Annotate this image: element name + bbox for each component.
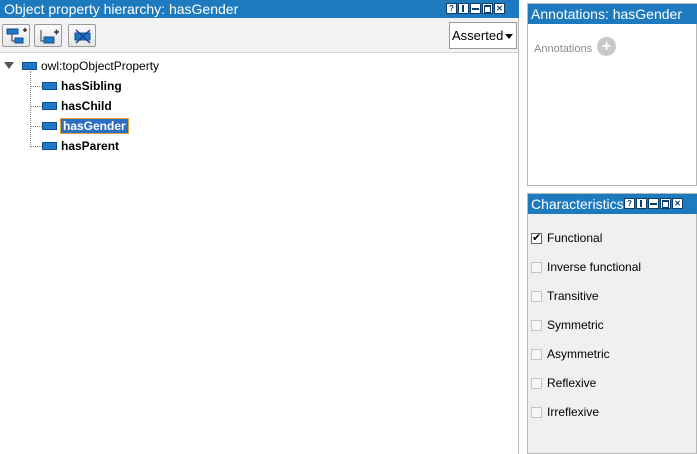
characteristic-functional[interactable]: Functional [531, 230, 602, 246]
tree-node-label-selected: hasGender [60, 118, 129, 134]
inverse-functional-checkbox[interactable] [531, 261, 542, 273]
characteristic-irreflexive[interactable]: Irreflexive [531, 404, 599, 420]
help-icon[interactable]: ? [446, 3, 457, 14]
tree-node-root[interactable]: owl:topObjectProperty [22, 57, 159, 75]
hierarchy-view-select[interactable]: Asserted [449, 22, 517, 49]
characteristic-label: Irreflexive [547, 405, 600, 419]
close-icon[interactable] [672, 198, 683, 209]
add-sibling-property-icon [40, 29, 59, 44]
object-property-icon [22, 62, 37, 70]
characteristic-label: Functional [547, 231, 603, 245]
characteristic-inverse-functional[interactable]: Inverse functional [531, 259, 641, 275]
delete-property-button[interactable] [68, 24, 96, 47]
tree-node-label: hasSibling [61, 79, 122, 93]
object-property-hierarchy-panel: Object property hierarchy: hasGender ? ✕… [0, 0, 519, 454]
tree-node-hassibling[interactable]: hasSibling [42, 77, 122, 95]
object-property-icon [42, 142, 57, 150]
characteristic-label: Asymmetric [547, 347, 610, 361]
characteristic-label: Reflexive [547, 376, 597, 390]
tree-collapse-toggle[interactable] [4, 62, 14, 69]
pin-icon[interactable] [636, 198, 647, 209]
object-property-icon [42, 102, 57, 110]
view-select-value: Asserted [452, 28, 504, 43]
irreflexive-checkbox[interactable] [531, 406, 542, 418]
tree-node-haschild[interactable]: hasChild [42, 97, 112, 115]
annotations-panel: Annotations: hasGender Annotations + [527, 3, 697, 186]
characteristic-label: Inverse functional [547, 260, 642, 274]
minimize-icon[interactable] [648, 198, 659, 209]
minimize-icon[interactable] [470, 3, 481, 14]
characteristics-panel: Characteristics ? Functional Inverse fun… [527, 193, 697, 454]
tree-node-hasgender[interactable]: hasGender [42, 117, 129, 135]
maximize-icon[interactable] [660, 198, 671, 209]
characteristics-title-text: Characteristics [531, 196, 624, 212]
add-sub-property-icon [6, 28, 27, 44]
pin-icon[interactable] [458, 3, 469, 14]
annotations-body: Annotations + [528, 34, 696, 184]
characteristic-reflexive[interactable]: Reflexive [531, 375, 596, 391]
add-annotation-icon[interactable]: + [597, 37, 616, 56]
hierarchy-panel-title-text: Object property hierarchy: hasGender [4, 1, 239, 17]
characteristic-symmetric[interactable]: Symmetric [531, 317, 604, 333]
object-property-icon [42, 82, 57, 90]
characteristic-label: Symmetric [547, 318, 604, 332]
symmetric-checkbox[interactable] [531, 319, 542, 331]
hierarchy-toolbar [0, 18, 518, 53]
object-property-icon [42, 122, 57, 130]
dropdown-arrow-icon [505, 34, 513, 39]
tree-connector [31, 106, 42, 107]
annotations-label: Annotations [534, 43, 593, 55]
tree-node-hasparent[interactable]: hasParent [42, 137, 119, 155]
help-icon[interactable]: ? [624, 198, 635, 209]
tree-node-label: owl:topObjectProperty [41, 59, 160, 73]
tree-node-label: hasChild [61, 99, 112, 113]
characteristic-label: Transitive [547, 289, 599, 303]
functional-checkbox[interactable] [531, 232, 542, 245]
close-icon[interactable] [494, 3, 505, 14]
characteristic-transitive[interactable]: Transitive [531, 288, 599, 304]
characteristics-window-buttons: ? [624, 198, 683, 209]
hierarchy-panel-title: Object property hierarchy: hasGender ? [0, 0, 519, 18]
reflexive-checkbox[interactable] [531, 377, 542, 389]
annotations-panel-title: Annotations: hasGender [528, 4, 697, 24]
transitive-checkbox[interactable] [531, 290, 542, 302]
tree-node-label: hasParent [61, 139, 120, 153]
maximize-icon[interactable] [482, 3, 493, 14]
tree-connector [31, 146, 42, 147]
tree-connector [31, 86, 42, 87]
add-sub-property-button[interactable] [2, 24, 30, 47]
tree-connector [31, 126, 42, 127]
asymmetric-checkbox[interactable] [531, 348, 542, 360]
delete-property-icon [74, 29, 91, 44]
hierarchy-window-buttons: ? [446, 3, 505, 14]
tree-guide-line [30, 71, 31, 147]
characteristic-asymmetric[interactable]: Asymmetric [531, 346, 610, 362]
add-sibling-property-button[interactable] [34, 24, 62, 47]
